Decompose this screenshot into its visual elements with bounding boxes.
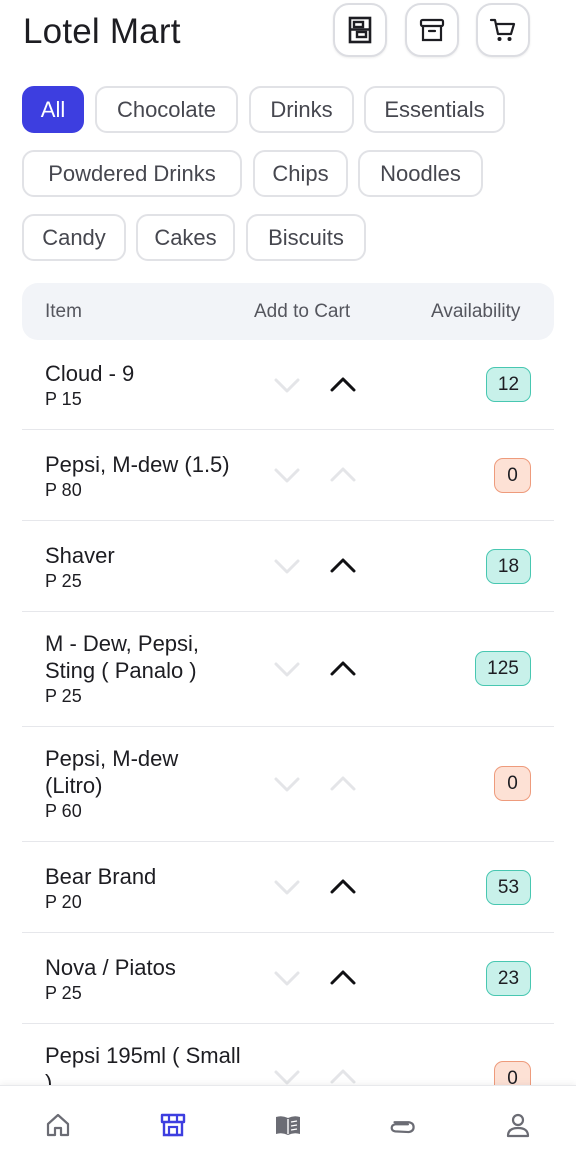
app-header: Lotel Mart: [0, 0, 576, 66]
availability-badge: 53: [486, 870, 531, 905]
increase-quantity-icon[interactable]: [328, 370, 358, 400]
availability-badge: 0: [494, 458, 531, 493]
item-name: Pepsi, M-dew (Litro): [45, 746, 179, 798]
decrease-quantity-icon[interactable]: [272, 872, 302, 902]
item-name: M - Dew, Pepsi, Sting ( Panalo ): [45, 631, 200, 683]
table-row: Pepsi, M-dew (Litro) P 60 0: [22, 727, 554, 842]
category-chip-noodles[interactable]: Noodles: [358, 150, 483, 197]
category-chip-powdered-drinks[interactable]: Powdered Drinks: [22, 150, 242, 197]
category-chip-chocolate[interactable]: Chocolate: [95, 86, 238, 133]
table-row: Bear Brand P 20 53: [22, 842, 554, 933]
increase-quantity-icon[interactable]: [328, 963, 358, 993]
decrease-quantity-icon[interactable]: [272, 963, 302, 993]
store-icon: [160, 1113, 186, 1137]
category-chip-essentials[interactable]: Essentials: [364, 86, 505, 133]
table-row: Shaver P 25 18: [22, 521, 554, 612]
nav-home[interactable]: [41, 1108, 75, 1142]
availability-badge: 18: [486, 549, 531, 584]
column-header-item: Item: [45, 301, 82, 322]
store-layout-icon: [348, 16, 372, 44]
availability-badge: 23: [486, 961, 531, 996]
item-name: Nova / Piatos: [45, 955, 176, 980]
home-icon: [46, 1113, 70, 1137]
item-name: Cloud - 9: [45, 361, 135, 386]
decrease-quantity-icon[interactable]: [272, 460, 302, 490]
item-price: P 25: [45, 571, 82, 591]
decrease-quantity-icon[interactable]: [272, 551, 302, 581]
category-chip-all[interactable]: All: [22, 86, 84, 133]
archive-button[interactable]: [405, 3, 459, 57]
increase-quantity-icon[interactable]: [328, 872, 358, 902]
table-row: Nova / Piatos P 25 23: [22, 933, 554, 1024]
availability-badge: 125: [475, 651, 531, 686]
category-chip-chips[interactable]: Chips: [253, 150, 348, 197]
item-price: P 80: [45, 480, 82, 500]
cart-button[interactable]: [476, 3, 530, 57]
nav-ledger[interactable]: [271, 1108, 305, 1142]
category-chip-cakes[interactable]: Cakes: [136, 214, 235, 261]
item-name: Pepsi, M-dew (1.5): [45, 452, 230, 477]
item-price: P 60: [45, 801, 82, 821]
item-price: P 20: [45, 892, 82, 912]
increase-quantity-icon[interactable]: [328, 654, 358, 684]
increase-quantity-icon[interactable]: [328, 460, 358, 490]
item-name: Bear Brand: [45, 864, 157, 889]
table-row: Cloud - 9 P 15 12: [22, 340, 554, 430]
decrease-quantity-icon[interactable]: [272, 370, 302, 400]
table-header: Item Add to Cart Availability: [22, 283, 554, 340]
table-row: M - Dew, Pepsi, Sting ( Panalo ) P 25 12…: [22, 612, 554, 727]
decrease-quantity-icon[interactable]: [272, 769, 302, 799]
item-price: P 25: [45, 686, 82, 706]
category-chip-drinks[interactable]: Drinks: [249, 86, 354, 133]
column-header-add-to-cart: Add to Cart: [254, 301, 351, 322]
nav-profile[interactable]: [501, 1108, 535, 1142]
app-title: Lotel Mart: [23, 12, 181, 51]
column-header-availability: Availability: [431, 301, 521, 322]
store-layout-button[interactable]: [333, 3, 387, 57]
item-price: P 15: [45, 389, 82, 409]
book-icon: [276, 1116, 300, 1135]
category-chip-candy[interactable]: Candy: [22, 214, 126, 261]
item-price: P 25: [45, 983, 82, 1003]
paperclip-icon: [390, 1121, 415, 1134]
category-chip-biscuits[interactable]: Biscuits: [246, 214, 366, 261]
bottom-nav: [0, 1085, 576, 1157]
increase-quantity-icon[interactable]: [328, 551, 358, 581]
item-name: Shaver: [45, 543, 115, 568]
availability-badge: 12: [486, 367, 531, 402]
table-row: Pepsi 195ml ( Small ) 0: [22, 1024, 554, 1096]
availability-badge: 0: [494, 766, 531, 801]
profile-icon: [506, 1113, 530, 1138]
decrease-quantity-icon[interactable]: [272, 654, 302, 684]
increase-quantity-icon[interactable]: [328, 769, 358, 799]
archive-icon: [419, 18, 445, 42]
nav-store[interactable]: [156, 1108, 190, 1142]
nav-attachments[interactable]: [386, 1108, 420, 1142]
cart-icon: [489, 18, 516, 41]
table-row: Pepsi, M-dew (1.5) P 80 0: [22, 430, 554, 521]
